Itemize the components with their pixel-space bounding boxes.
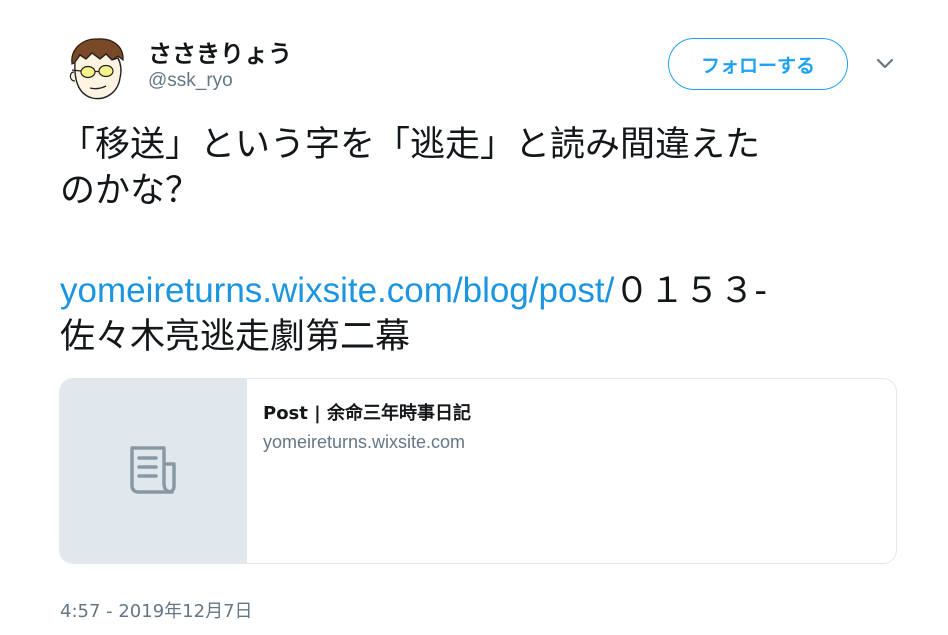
tweet-text-line: 「移送」という字を「逃走」と読み間違えた <box>60 125 761 165</box>
avatar[interactable] <box>62 34 134 106</box>
tweet-timestamp[interactable]: 4:57 - 2019年12月7日 <box>60 597 253 623</box>
link-card[interactable]: Post | 余命三年時事日記 yomeireturns.wixsite.com <box>59 378 897 564</box>
tweet: ささきりょう @ssk_ryo フォローする 「移送」という字を「逃走」と読み間… <box>0 0 948 635</box>
tweet-text-line: 佐々木亮逃走劇第二幕 <box>60 317 411 357</box>
card-thumbnail <box>60 379 247 563</box>
tweet-text-link-suffix: ０１５３- <box>614 271 768 311</box>
tweet-text-spacer <box>60 214 920 268</box>
author-display-name[interactable]: ささきりょう <box>148 34 292 69</box>
tweet-link[interactable]: yomeireturns.wixsite.com/blog/post/ <box>60 271 614 310</box>
chevron-down-icon[interactable] <box>874 55 896 73</box>
card-domain: yomeireturns.wixsite.com <box>263 432 466 452</box>
follow-button[interactable]: フォローする <box>668 38 848 90</box>
card-title: Post | 余命三年時事日記 <box>263 403 471 424</box>
tweet-text-line: のかな？ <box>60 171 201 211</box>
tweet-text-link-line: yomeireturns.wixsite.com/blog/post/０１５３- <box>60 268 920 314</box>
author-handle[interactable]: @ssk_ryo <box>148 70 233 92</box>
tweet-text: 「移送」という字を「逃走」と読み間違えた のかな？ yomeireturns.w… <box>60 122 920 360</box>
document-icon <box>124 440 182 502</box>
